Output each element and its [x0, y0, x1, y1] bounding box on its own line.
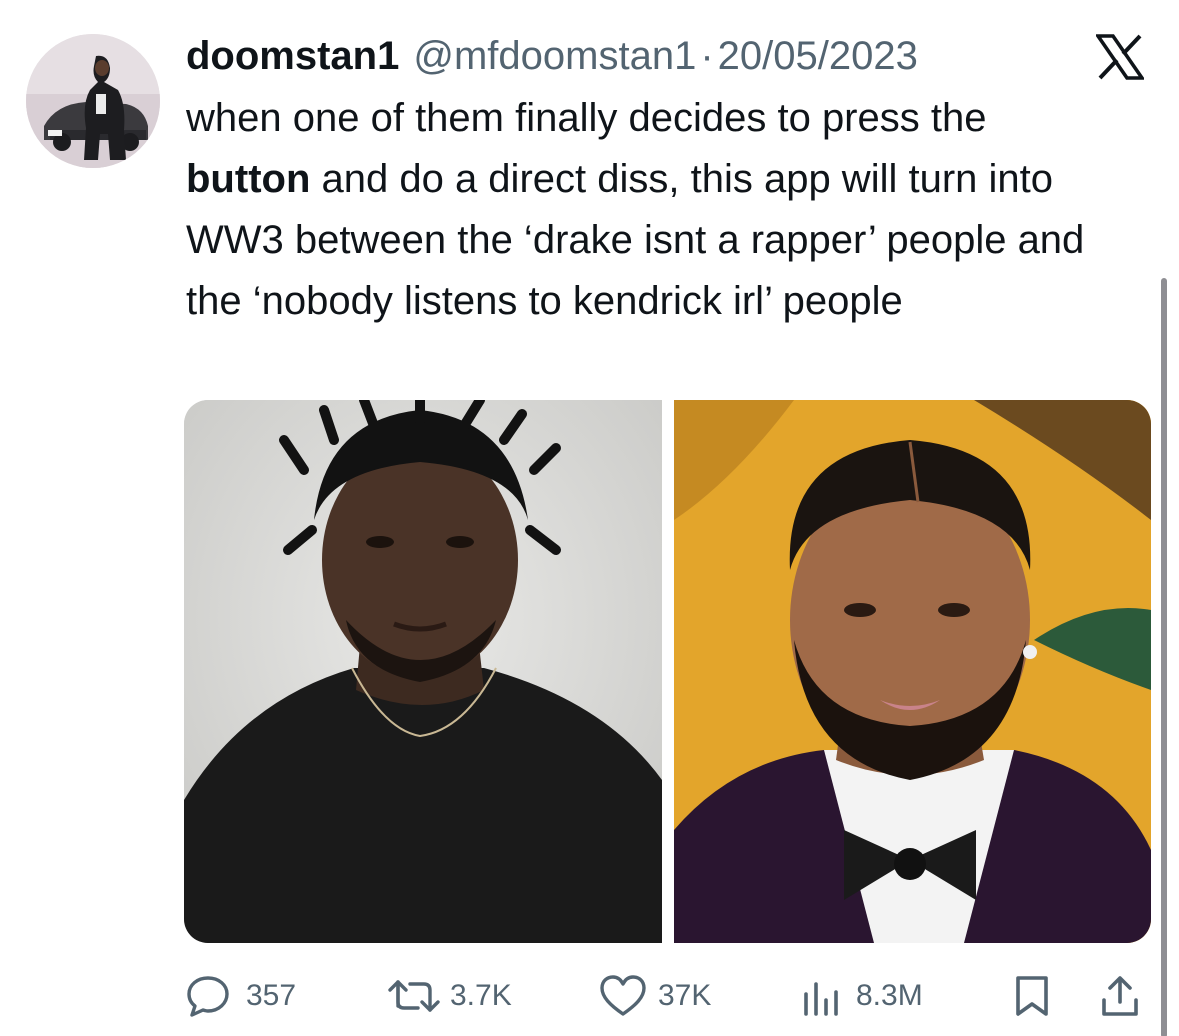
- tweet-text-part1: when one of them finally decides to pres…: [186, 96, 987, 140]
- repost-button[interactable]: 3.7K: [386, 968, 512, 1024]
- repost-count: 3.7K: [450, 979, 512, 1012]
- tweet-text-bold: button: [186, 157, 311, 201]
- header-separator: ·: [700, 33, 714, 78]
- views-icon: [800, 972, 844, 1020]
- tweet-header: doomstan1 @mfdoomstan1 · 20/05/2023: [186, 30, 918, 82]
- reply-icon: [184, 972, 232, 1020]
- scrollbar[interactable]: [1161, 278, 1167, 1036]
- heart-icon: [598, 972, 648, 1020]
- action-bar: 357 3.7K 37K 8.3M: [184, 968, 1144, 1024]
- repost-icon: [386, 972, 442, 1020]
- x-logo-icon: [1094, 34, 1146, 80]
- display-name[interactable]: doomstan1: [186, 34, 399, 79]
- avatar-image: [26, 34, 160, 168]
- media-image-right[interactable]: [674, 400, 1151, 943]
- tweet-text: when one of them finally decides to pres…: [186, 88, 1116, 332]
- share-icon: [1098, 972, 1142, 1020]
- portrait-photo-right: [674, 400, 1151, 943]
- share-button[interactable]: [1098, 968, 1142, 1024]
- media-grid: [184, 400, 1151, 943]
- reply-count: 357: [246, 979, 297, 1012]
- views-count: 8.3M: [856, 979, 923, 1012]
- media-image-left[interactable]: [184, 400, 662, 943]
- tweet-text-part2: and do a direct diss, this app will turn…: [186, 157, 1085, 323]
- portrait-photo-left: [184, 400, 662, 943]
- tweet-date[interactable]: 20/05/2023: [718, 34, 918, 79]
- like-button[interactable]: 37K: [598, 968, 711, 1024]
- user-handle[interactable]: @mfdoomstan1: [413, 34, 696, 79]
- views-button[interactable]: 8.3M: [800, 968, 923, 1024]
- bookmark-icon: [1010, 972, 1054, 1020]
- reply-button[interactable]: 357: [184, 968, 296, 1024]
- bookmark-button[interactable]: [1010, 968, 1054, 1024]
- avatar[interactable]: [26, 34, 160, 168]
- like-count: 37K: [658, 979, 712, 1012]
